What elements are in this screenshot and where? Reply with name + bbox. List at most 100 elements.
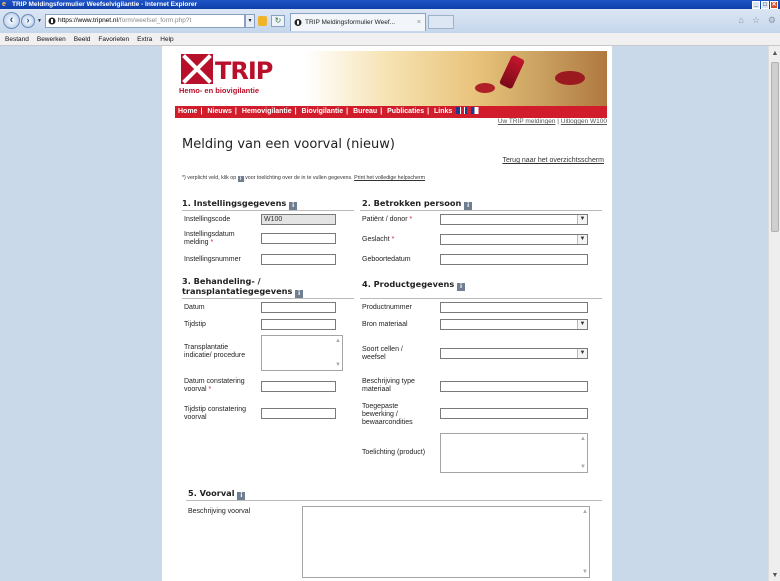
tab-close-icon[interactable]: × <box>417 14 421 31</box>
menu-favorieten[interactable]: Favorieten <box>98 33 129 45</box>
beschrijving-voorval-textarea[interactable]: ▲ ▼ <box>302 506 590 578</box>
info-icon: i <box>237 176 244 182</box>
tijdstip-constatering-input[interactable] <box>261 408 336 419</box>
datum-constatering-input[interactable] <box>261 381 336 392</box>
instellingsdatum-input[interactable] <box>261 233 336 244</box>
nav-bureau[interactable]: Bureau <box>353 108 377 115</box>
form-hint: *) verplicht veld, klik op i voor toelic… <box>182 175 426 182</box>
french-flag-icon[interactable] <box>471 107 483 114</box>
section-4-info-icon[interactable]: i <box>457 283 466 291</box>
label-instellingscode: Instellingscode <box>184 216 231 223</box>
my-reports-link[interactable]: Uw TRIP meldingen <box>498 118 556 125</box>
banner-drop-image <box>555 71 585 85</box>
section-4-heading: 4. Productgegevens i <box>362 279 466 291</box>
tijdstip-input[interactable] <box>261 319 336 330</box>
favorites-star-icon[interactable]: ☆ <box>752 15 760 26</box>
section-2-heading: 2. Betrokken persoon i <box>362 198 473 210</box>
ie-logo-icon: e <box>2 1 6 8</box>
address-input[interactable]: https://www.tripnet.nl/form/weefsel_form… <box>45 14 245 28</box>
section-3-heading: 3. Behandeling- / transplantatiegegevens… <box>182 276 304 298</box>
lock-icon[interactable] <box>258 16 267 26</box>
section-1-heading: 1. Instellingsgegevens i <box>182 198 298 210</box>
scroll-down-icon: ▼ <box>582 569 588 575</box>
section-5-heading: 5. Voorval i <box>188 488 246 500</box>
minimize-button[interactable]: _ <box>752 0 760 9</box>
home-icon[interactable]: ⌂ <box>738 15 743 26</box>
address-dropdown-button[interactable]: ▾ <box>245 14 255 28</box>
datum-input[interactable] <box>261 302 336 313</box>
label-transplantatie: Transplantatie indicatie/ procedure <box>184 344 246 359</box>
page-viewport: TRIP Hemo- en biovigilantie Home | Nieuws… <box>0 46 768 581</box>
section-divider <box>360 210 602 211</box>
scroll-thumb[interactable] <box>771 62 779 232</box>
patient-donor-select[interactable]: ▼ <box>440 214 588 225</box>
menu-bewerken[interactable]: Bewerken <box>37 33 66 45</box>
nav-publicaties[interactable]: Publicaties <box>387 108 424 115</box>
maximize-button[interactable]: □ <box>761 0 769 9</box>
vertical-scrollbar[interactable]: ▲ ▼ <box>768 46 780 581</box>
back-to-overview-link[interactable]: Terug naar het overzichtsscherm <box>502 157 604 164</box>
tab-trip-meldingsformulier[interactable]: TRIP Meldingsformulier Weef... × <box>290 13 426 31</box>
soort-cellen-select[interactable]: ▼ <box>440 348 588 359</box>
section-divider <box>186 500 602 501</box>
english-flag-icon[interactable] <box>456 107 468 114</box>
close-window-button[interactable]: ✕ <box>770 0 778 9</box>
nav-biovigilantie[interactable]: Biovigilantie <box>302 108 344 115</box>
section-divider <box>360 298 602 299</box>
window-title-bar: e TRIP Meldingsformulier Weefselvigilant… <box>0 0 780 9</box>
label-soort-cellen: Soort cellen / weefsel <box>362 346 403 361</box>
scroll-down-arrow-icon[interactable]: ▼ <box>769 572 780 579</box>
label-instellingsdatum: Instellingsdatum melding * <box>184 231 235 246</box>
banner-decoration <box>475 83 495 93</box>
toelichting-product-textarea[interactable]: ▲ ▼ <box>440 433 588 473</box>
logo-text: TRIP <box>215 57 273 85</box>
tab-title: TRIP Meldingsformulier Weef... <box>305 19 396 26</box>
tools-gear-icon[interactable]: ⚙ <box>768 15 776 26</box>
menu-extra[interactable]: Extra <box>137 33 152 45</box>
geslacht-select[interactable]: ▼ <box>440 234 588 245</box>
nav-links[interactable]: Links <box>434 108 452 115</box>
site-navigation: Home | Nieuws | Hemovigilantie | Biovigilan… <box>175 106 607 118</box>
logo-subtitle: Hemo- en biovigilantie <box>179 86 260 95</box>
history-dropdown-icon[interactable]: ▼ <box>37 18 42 24</box>
chevron-down-icon: ▼ <box>577 215 587 224</box>
nav-hemovigilantie[interactable]: Hemovigilantie <box>242 108 292 115</box>
label-beschrijving-voorval: Beschrijving voorval <box>188 508 251 515</box>
new-tab-button[interactable] <box>428 15 454 29</box>
productnummer-input[interactable] <box>440 302 588 313</box>
nav-home[interactable]: Home <box>178 108 197 115</box>
menu-bar: Bestand Bewerken Beeld Favorieten Extra … <box>0 33 780 46</box>
geboortedatum-input[interactable] <box>440 254 588 265</box>
forward-button[interactable]: › <box>21 14 35 28</box>
label-toegepaste-bewerking: Toegepaste bewerking / bewaarcondities <box>362 403 413 426</box>
scroll-up-arrow-icon[interactable]: ▲ <box>769 50 780 57</box>
section-2-info-icon[interactable]: i <box>464 202 473 210</box>
section-divider <box>182 210 354 211</box>
section-divider <box>182 298 354 299</box>
section-1-info-icon[interactable]: i <box>289 202 298 210</box>
browser-toolbar: ‹ › ▼ https://www.tripnet.nl/form/weefse… <box>0 9 780 33</box>
window-controls: _ □ ✕ <box>752 0 778 9</box>
menu-help[interactable]: Help <box>160 33 173 45</box>
refresh-icon[interactable]: ↻ <box>271 15 285 27</box>
section-5-info-icon[interactable]: i <box>237 492 246 500</box>
bron-materiaal-select[interactable]: ▼ <box>440 319 588 330</box>
transplantatie-textarea[interactable]: ▲ ▼ <box>261 335 343 371</box>
section-3-info-icon[interactable]: i <box>295 290 304 298</box>
site-favicon-icon <box>48 17 56 25</box>
print-help-link[interactable]: Print het volledige helpscherm <box>354 175 425 181</box>
label-instellingsnummer: Instellingsnummer <box>184 256 241 263</box>
label-datum-constatering: Datum constatering voorval * <box>184 378 245 393</box>
instellingsnummer-input[interactable] <box>261 254 336 265</box>
logout-link[interactable]: Uitloggen W100 <box>561 118 607 125</box>
label-patient-donor: Patiënt / donor * <box>362 216 413 223</box>
beschrijving-type-input[interactable] <box>440 381 588 392</box>
scroll-up-icon: ▲ <box>580 436 586 442</box>
back-button[interactable]: ‹ <box>3 12 20 29</box>
nav-nieuws[interactable]: Nieuws <box>207 108 232 115</box>
scroll-up-icon: ▲ <box>335 338 341 344</box>
menu-beeld[interactable]: Beeld <box>74 33 91 45</box>
menu-bestand[interactable]: Bestand <box>5 33 29 45</box>
web-page: TRIP Hemo- en biovigilantie Home | Nieuws… <box>162 46 612 581</box>
toegepaste-bewerking-input[interactable] <box>440 408 588 419</box>
